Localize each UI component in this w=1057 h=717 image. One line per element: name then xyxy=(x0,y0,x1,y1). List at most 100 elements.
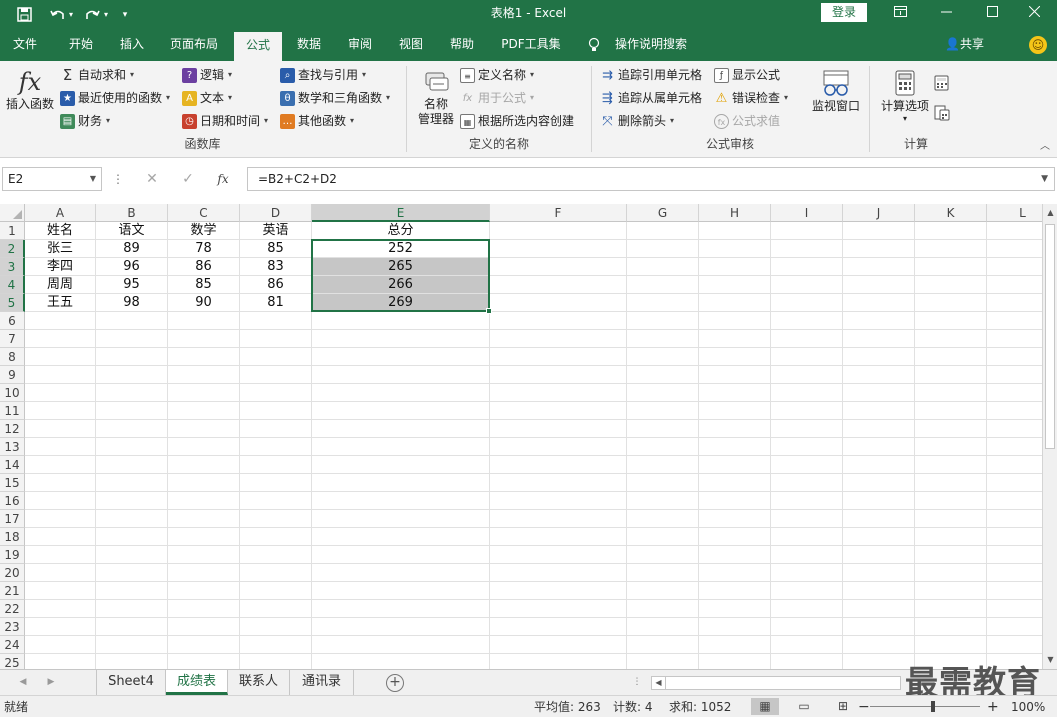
tab-help[interactable]: 帮助 xyxy=(439,29,485,61)
zoom-level[interactable]: 100% xyxy=(1011,696,1045,717)
row-header[interactable]: 24 xyxy=(0,636,25,654)
column-header-k[interactable]: K xyxy=(915,204,987,222)
insert-function-icon[interactable]: fx xyxy=(213,169,233,189)
scroll-left-icon[interactable]: ◀ xyxy=(652,677,666,689)
empty-cell[interactable] xyxy=(627,222,699,240)
column-header-c[interactable]: C xyxy=(168,204,240,222)
enter-icon[interactable]: ✓ xyxy=(178,169,198,189)
empty-cell[interactable] xyxy=(987,366,1042,384)
empty-cell[interactable] xyxy=(490,492,627,510)
empty-cell[interactable] xyxy=(25,582,96,600)
empty-cell[interactable] xyxy=(843,294,915,312)
empty-cell[interactable] xyxy=(240,474,312,492)
empty-cell[interactable] xyxy=(312,348,490,366)
vertical-scrollbar[interactable]: ▲ ▼ xyxy=(1042,204,1057,669)
empty-cell[interactable] xyxy=(168,600,240,618)
empty-cell[interactable] xyxy=(490,420,627,438)
scroll-up-icon[interactable]: ▲ xyxy=(1043,206,1057,220)
empty-cell[interactable] xyxy=(915,312,987,330)
column-header-f[interactable]: F xyxy=(490,204,627,222)
zoom-in-icon[interactable]: + xyxy=(987,696,999,717)
empty-cell[interactable] xyxy=(25,438,96,456)
empty-cell[interactable] xyxy=(699,492,771,510)
empty-cell[interactable] xyxy=(25,528,96,546)
empty-cell[interactable] xyxy=(627,240,699,258)
use-in-formula-button[interactable]: fx 用于公式 ▾ xyxy=(460,88,534,108)
empty-cell[interactable] xyxy=(240,420,312,438)
recently-used-button[interactable]: ★ 最近使用的函数 ▾ xyxy=(60,88,170,108)
empty-cell[interactable] xyxy=(771,492,843,510)
empty-cell[interactable] xyxy=(627,582,699,600)
empty-cell[interactable] xyxy=(843,402,915,420)
create-from-selection-button[interactable]: ▦ 根据所选内容创建 xyxy=(460,111,574,131)
row-header[interactable]: 6 xyxy=(0,312,25,330)
empty-cell[interactable] xyxy=(168,366,240,384)
empty-cell[interactable] xyxy=(771,636,843,654)
empty-cell[interactable] xyxy=(240,330,312,348)
empty-cell[interactable] xyxy=(843,312,915,330)
empty-cell[interactable] xyxy=(699,258,771,276)
empty-cell[interactable] xyxy=(915,546,987,564)
empty-cell[interactable] xyxy=(915,564,987,582)
empty-cell[interactable] xyxy=(699,330,771,348)
data-cell[interactable]: 90 xyxy=(168,294,240,312)
header-cell[interactable]: 姓名 xyxy=(25,222,96,240)
empty-cell[interactable] xyxy=(96,474,168,492)
name-manager-button[interactable]: 名称 管理器 xyxy=(412,69,460,127)
lookup-button[interactable]: ⌕ 查找与引用 ▾ xyxy=(280,65,366,85)
empty-cell[interactable] xyxy=(699,276,771,294)
empty-cell[interactable] xyxy=(240,528,312,546)
empty-cell[interactable] xyxy=(627,456,699,474)
empty-cell[interactable] xyxy=(987,636,1042,654)
empty-cell[interactable] xyxy=(96,528,168,546)
empty-cell[interactable] xyxy=(240,348,312,366)
fill-handle[interactable] xyxy=(486,308,492,314)
empty-cell[interactable] xyxy=(168,456,240,474)
empty-cell[interactable] xyxy=(312,330,490,348)
empty-cell[interactable] xyxy=(843,258,915,276)
empty-cell[interactable] xyxy=(240,438,312,456)
evaluate-formula-button[interactable]: fx 公式求值 xyxy=(714,111,780,131)
data-cell[interactable]: 王五 xyxy=(25,294,96,312)
empty-cell[interactable] xyxy=(96,564,168,582)
financial-button[interactable]: ▤ 财务 ▾ xyxy=(60,111,110,131)
column-header-i[interactable]: I xyxy=(771,204,843,222)
empty-cell[interactable] xyxy=(627,366,699,384)
empty-cell[interactable] xyxy=(168,330,240,348)
empty-cell[interactable] xyxy=(699,474,771,492)
empty-cell[interactable] xyxy=(987,240,1042,258)
chevron-down-icon[interactable]: ▼ xyxy=(90,168,96,190)
empty-cell[interactable] xyxy=(490,402,627,420)
empty-cell[interactable] xyxy=(25,348,96,366)
data-cell[interactable]: 96 xyxy=(96,258,168,276)
data-cell[interactable]: 98 xyxy=(96,294,168,312)
empty-cell[interactable] xyxy=(25,312,96,330)
empty-cell[interactable] xyxy=(168,312,240,330)
empty-cell[interactable] xyxy=(699,564,771,582)
empty-cell[interactable] xyxy=(699,348,771,366)
empty-cell[interactable] xyxy=(312,438,490,456)
math-trig-button[interactable]: θ 数学和三角函数 ▾ xyxy=(280,88,390,108)
tab-formulas[interactable]: 公式 xyxy=(234,32,282,61)
row-header[interactable]: 4 xyxy=(0,276,25,294)
empty-cell[interactable] xyxy=(987,420,1042,438)
empty-cell[interactable] xyxy=(96,402,168,420)
row-header[interactable]: 13 xyxy=(0,438,25,456)
empty-cell[interactable] xyxy=(96,438,168,456)
sheet-tab-sheet4[interactable]: Sheet4 xyxy=(96,670,166,695)
prev-sheet-icon[interactable]: ◀ xyxy=(14,673,32,691)
empty-cell[interactable] xyxy=(490,240,627,258)
empty-cell[interactable] xyxy=(627,276,699,294)
worksheet-grid[interactable]: A B C D E F G H I J K L 1 姓名 语文 数学 英语 总分 2 张三 89 78 85 252 3 李四 96… xyxy=(0,204,1042,669)
trace-dependents-button[interactable]: ⇶ 追踪从属单元格 xyxy=(600,88,702,108)
empty-cell[interactable] xyxy=(699,618,771,636)
row-header[interactable]: 19 xyxy=(0,546,25,564)
empty-cell[interactable] xyxy=(25,330,96,348)
data-cell[interactable]: 李四 xyxy=(25,258,96,276)
empty-cell[interactable] xyxy=(627,258,699,276)
empty-cell[interactable] xyxy=(843,618,915,636)
empty-cell[interactable] xyxy=(843,564,915,582)
data-cell[interactable]: 85 xyxy=(168,276,240,294)
empty-cell[interactable] xyxy=(987,276,1042,294)
row-header[interactable]: 10 xyxy=(0,384,25,402)
